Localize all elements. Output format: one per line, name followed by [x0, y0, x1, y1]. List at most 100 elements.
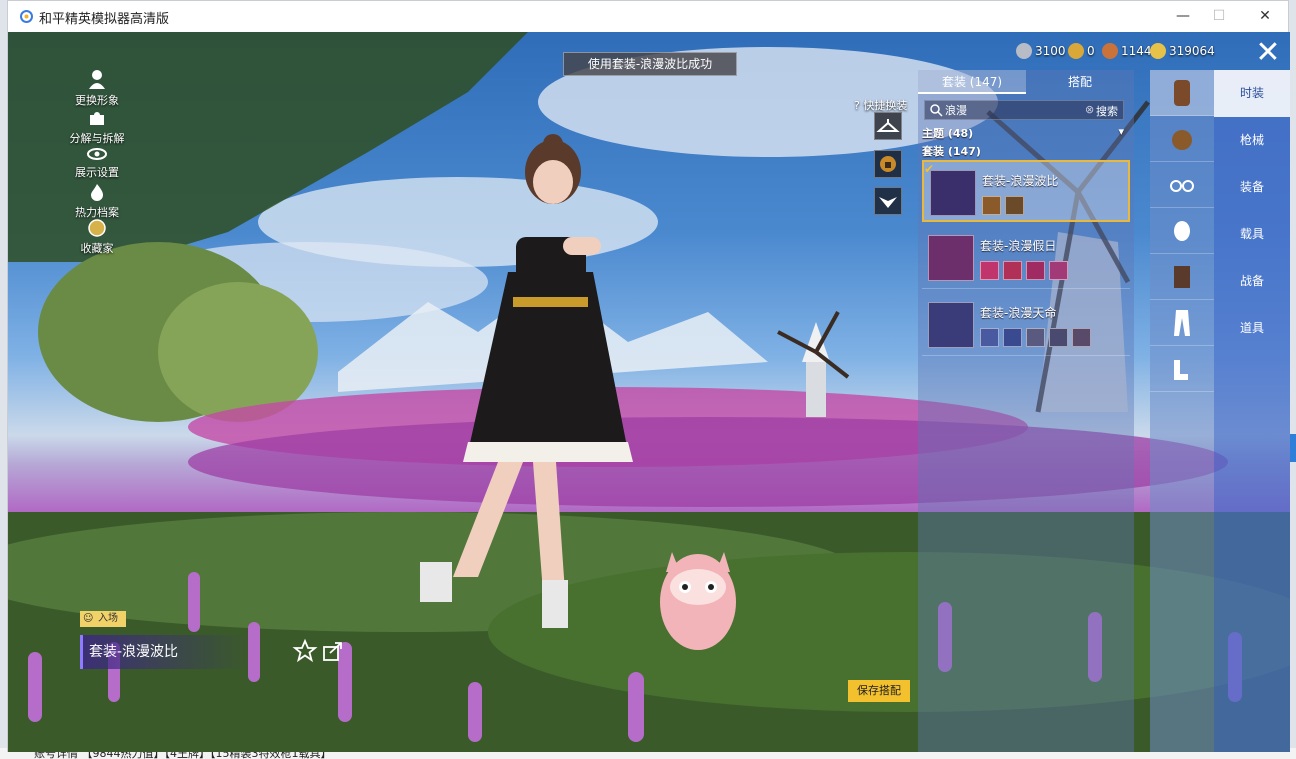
entry-tag[interactable]: ☺ 入场: [80, 611, 126, 627]
nav-firearms[interactable]: 枪械: [1214, 117, 1290, 164]
helmet-icon: [1172, 130, 1192, 150]
collector-button[interactable]: 收藏家: [54, 218, 140, 256]
nav-vehicles[interactable]: 载具: [1214, 211, 1290, 258]
title-bar[interactable]: 和平精英模拟器高清版 — ☐ ✕: [8, 1, 1288, 32]
suit-thumbnail: [928, 235, 974, 281]
silver-coin-icon: [1016, 43, 1032, 59]
save-outfit-button[interactable]: 保存搭配: [848, 680, 910, 702]
part-thumbnail[interactable]: [982, 196, 1001, 215]
dismantle-button[interactable]: 分解与拆解: [54, 108, 140, 146]
category-mask[interactable]: [1150, 208, 1214, 254]
part-thumbnail[interactable]: [1049, 261, 1068, 280]
gold-medal-icon: [1068, 43, 1084, 59]
favorite-star-icon[interactable]: [292, 638, 318, 664]
nav-items[interactable]: 道具: [1214, 305, 1290, 352]
suit-thumbnail: [930, 170, 976, 216]
category-top[interactable]: [1150, 254, 1214, 300]
emoji-icon: ☺: [83, 613, 94, 624]
pants-icon: [1174, 310, 1190, 336]
close-window-button[interactable]: ✕: [1250, 5, 1280, 27]
currency-2: 0: [1068, 42, 1095, 60]
wardrobe-nav: 时装 枪械 装备 载具 战备 道具: [1214, 70, 1290, 752]
clear-search-icon[interactable]: ⊗: [1085, 103, 1094, 116]
wings-emblem-icon: [879, 197, 897, 208]
shoes-icon: [1174, 360, 1188, 380]
part-thumbnail[interactable]: [1003, 261, 1022, 280]
top-icon: [1174, 266, 1190, 288]
suit-name: 套装-浪漫天命: [980, 306, 1057, 320]
current-outfit-name: 套装-浪漫波比: [80, 635, 250, 669]
puzzle-icon: [90, 112, 104, 125]
quick-change-slot-2-button[interactable]: [874, 150, 902, 178]
category-pants[interactable]: [1150, 300, 1214, 346]
suit-thumbnail: [928, 302, 974, 348]
part-thumbnail[interactable]: [1026, 261, 1045, 280]
currency-4: 319064: [1150, 42, 1215, 60]
dropdown-arrow-icon: ▾: [1118, 125, 1124, 138]
entry-tag-label: 入场: [98, 613, 118, 624]
currency-1-value: 3100: [1035, 44, 1066, 58]
change-avatar-button[interactable]: 更换形象: [54, 68, 140, 108]
category-helmet[interactable]: [1150, 116, 1214, 162]
currency-3: 1144: [1102, 42, 1152, 60]
collector-label: 收藏家: [80, 242, 114, 255]
mask-icon: [1174, 221, 1190, 241]
panel-tabs: 套装 (147) 搭配: [918, 70, 1134, 94]
success-toast: 使用套装-浪漫波比成功: [563, 52, 737, 76]
category-shoes[interactable]: [1150, 346, 1214, 392]
quick-change-outfit-button[interactable]: [874, 112, 902, 140]
currency-3-value: 1144: [1121, 44, 1152, 58]
category-glasses[interactable]: [1150, 162, 1214, 208]
display-settings-button[interactable]: 展示设置: [54, 146, 140, 180]
suit-name: 套装-浪漫波比: [982, 174, 1059, 188]
game-viewport[interactable]: 更换形象 分解与拆解 展示设置 热力档案 收藏家 使用套装-浪漫波比成功 310…: [8, 32, 1290, 752]
flame-icon: [91, 184, 103, 201]
avatar-icon: [89, 70, 105, 89]
glasses-icon: [1170, 180, 1194, 192]
tab-combos[interactable]: 搭配: [1026, 70, 1134, 94]
quick-change-text: 快捷换装: [863, 99, 908, 112]
close-wardrobe-button[interactable]: ✕: [1248, 38, 1288, 68]
category-costume[interactable]: [1150, 70, 1214, 116]
part-thumbnail[interactable]: [980, 328, 999, 347]
suit-name: 套装-浪漫假日: [980, 239, 1057, 253]
category-column: [1150, 70, 1214, 752]
dismantle-label: 分解与拆解: [69, 132, 125, 145]
part-thumbnail[interactable]: [1049, 328, 1068, 347]
currency-2-value: 0: [1087, 44, 1095, 58]
bronze-coin-icon: [1102, 43, 1118, 59]
heat-archive-button[interactable]: 热力档案: [54, 182, 140, 220]
quick-change-slot-3-button[interactable]: [874, 187, 902, 215]
tab-suits[interactable]: 套装 (147): [918, 70, 1026, 94]
change-avatar-label: 更换形象: [75, 94, 119, 107]
suit-item-romantic-destiny[interactable]: 套装-浪漫天命: [922, 294, 1130, 356]
search-input[interactable]: [945, 102, 1075, 118]
nav-battle-prep[interactable]: 战备: [1214, 258, 1290, 305]
window-title: 和平精英模拟器高清版: [39, 12, 170, 27]
maximize-button[interactable]: ☐: [1204, 5, 1234, 27]
eye-icon: [87, 148, 107, 160]
part-thumbnail[interactable]: [980, 261, 999, 280]
costume-icon: [1174, 80, 1190, 106]
suit-item-romantic-bobby[interactable]: ✔ 套装-浪漫波比: [922, 160, 1130, 222]
theme-filter-label: 主题 (48): [922, 127, 974, 140]
minimize-button[interactable]: —: [1168, 5, 1198, 27]
nav-fashion[interactable]: 时装: [1214, 70, 1290, 117]
currency-1: 3100: [1016, 42, 1066, 60]
theme-filter[interactable]: 主题 (48) ▾: [922, 125, 1128, 141]
gold-coin-icon: [1150, 43, 1166, 59]
search-button[interactable]: 搜索: [1096, 103, 1118, 119]
search-icon: [930, 104, 943, 117]
collector-icon: [88, 219, 106, 237]
share-icon[interactable]: [320, 638, 346, 664]
currency-4-value: 319064: [1169, 44, 1215, 58]
nav-equipment[interactable]: 装备: [1214, 164, 1290, 211]
part-thumbnail[interactable]: [1072, 328, 1091, 347]
part-thumbnail[interactable]: [1026, 328, 1045, 347]
check-icon: ✔: [924, 162, 935, 176]
suit-item-romantic-holiday[interactable]: 套装-浪漫假日: [922, 227, 1130, 289]
part-thumbnail[interactable]: [1005, 196, 1024, 215]
part-thumbnail[interactable]: [1003, 328, 1022, 347]
outfit-list-panel: 套装 (147) 搭配 ⊗ 搜索 主题 (48) ▾ 套装 (147) ✔ 套装…: [918, 70, 1134, 752]
suits-count-label: 套装 (147): [922, 145, 981, 158]
